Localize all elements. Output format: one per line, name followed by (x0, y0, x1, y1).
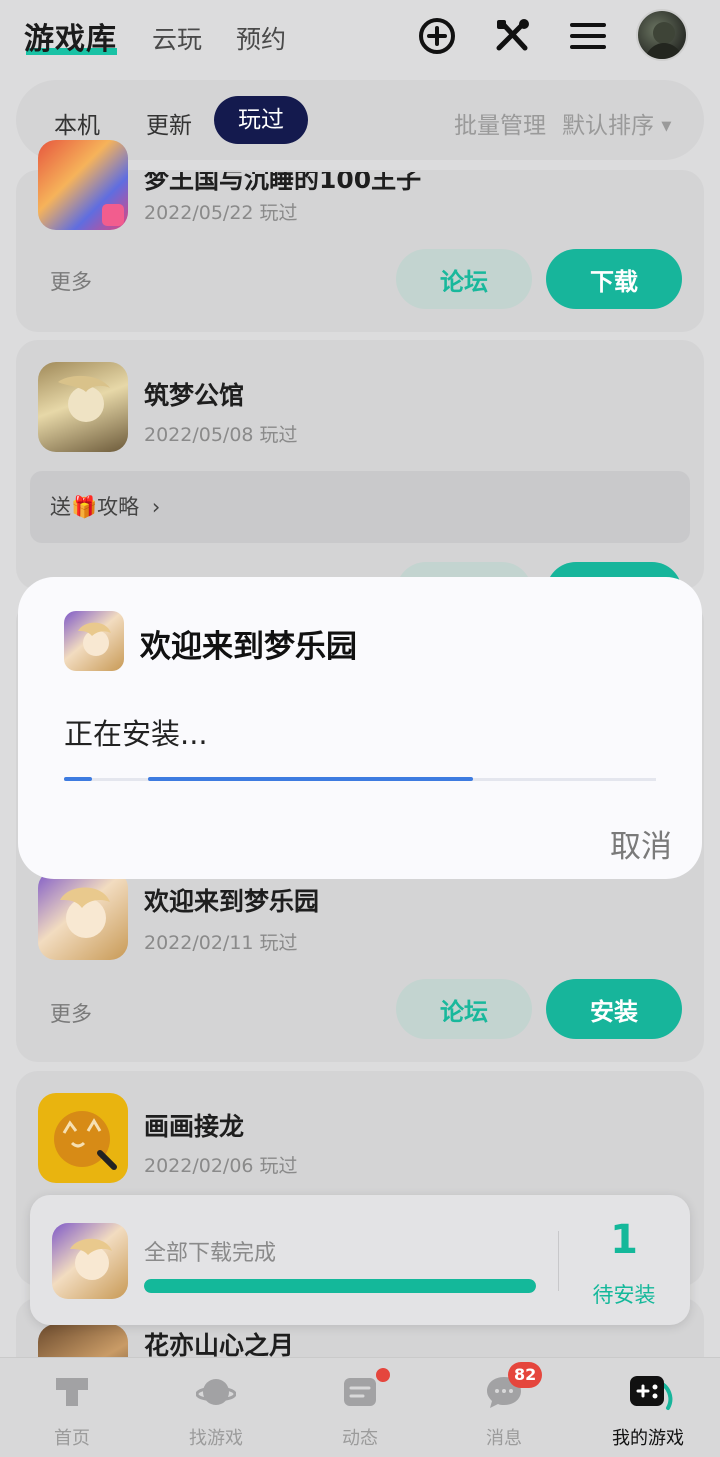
brand-title[interactable]: 游戏库 (24, 14, 117, 58)
game-name: 筑梦公馆 (144, 381, 245, 410)
nav-label: 找游戏 (189, 1428, 243, 1449)
nav-home[interactable]: 首页 (0, 1358, 144, 1457)
dialog-title: 欢迎来到梦乐园 (140, 629, 357, 665)
download-game-icon (52, 1223, 128, 1299)
feed-icon (340, 1372, 380, 1412)
tab-cloud-play[interactable]: 云玩 (152, 20, 202, 56)
nav-feed[interactable]: 动态 (288, 1358, 432, 1457)
download-status-bar[interactable]: 全部下载完成 1 待安装 (30, 1195, 690, 1325)
install-button[interactable]: 安装 (546, 979, 682, 1039)
download-status-text: 全部下载完成 (144, 1241, 277, 1266)
home-icon (52, 1372, 92, 1412)
user-avatar[interactable] (636, 9, 688, 61)
divider (558, 1231, 559, 1291)
tab-played[interactable]: 玩过 (214, 96, 308, 144)
game-play-date: 2022/05/08 玩过 (144, 424, 298, 446)
game-name: 欢迎来到梦乐园 (144, 887, 320, 916)
nav-label: 首页 (54, 1428, 90, 1449)
game-play-date: 2022/02/11 玩过 (144, 932, 298, 954)
caret-down-icon: ▼ (661, 119, 672, 134)
bilibili-badge-icon (102, 204, 124, 226)
tab-reservation[interactable]: 预约 (236, 20, 286, 56)
dialog-app-icon (64, 611, 124, 671)
more-button[interactable]: 更多 (50, 998, 92, 1028)
game-card[interactable]: 筑梦公馆 2022/05/08 玩过 送🎁攻略 › (16, 340, 704, 590)
game-play-date: 2022/02/06 玩过 (144, 1155, 298, 1177)
game-name: 画画接龙 (144, 1112, 245, 1141)
tools-icon[interactable] (493, 16, 533, 56)
install-dialog: 欢迎来到梦乐园 正在安装... 取消 (18, 577, 702, 879)
pending-install-count[interactable]: 1 (570, 1217, 678, 1263)
nav-label: 动态 (342, 1428, 378, 1449)
notification-dot (376, 1368, 390, 1382)
more-button[interactable]: 更多 (50, 266, 92, 296)
game-name: 梦王国与沉睡的100王子 (144, 165, 422, 194)
add-circle-icon[interactable] (417, 16, 457, 56)
cancel-button[interactable]: 取消 (610, 821, 672, 866)
download-progress-bar (144, 1279, 536, 1293)
game-icon[interactable] (38, 362, 128, 452)
chevron-right-icon: › (151, 495, 161, 519)
forum-button[interactable]: 论坛 (396, 249, 532, 309)
strategy-label: 送🎁攻略 (50, 495, 140, 519)
sort-label: 默认排序 (562, 113, 654, 139)
bottom-navigation: 首页 找游戏 动态 82 消息 我的游戏 (0, 1357, 720, 1457)
menu-icon[interactable] (568, 16, 608, 56)
message-count-badge: 82 (508, 1362, 543, 1388)
download-button[interactable]: 下载 (546, 249, 682, 309)
game-icon[interactable] (38, 870, 128, 960)
tab-updates[interactable]: 更新 (146, 106, 192, 140)
game-icon[interactable] (38, 140, 128, 230)
sort-dropdown[interactable]: 默认排序 ▼ (562, 106, 671, 140)
nav-my-games[interactable]: 我的游戏 (576, 1358, 720, 1457)
batch-manage-button[interactable]: 批量管理 (454, 106, 546, 140)
game-icon[interactable] (38, 1093, 128, 1183)
tab-local[interactable]: 本机 (54, 106, 100, 140)
install-status-text: 正在安装... (64, 717, 208, 751)
nav-label: 消息 (486, 1428, 522, 1449)
install-progress-indicator (148, 777, 473, 781)
nav-messages[interactable]: 82 消息 (432, 1358, 576, 1457)
forum-button[interactable]: 论坛 (396, 979, 532, 1039)
strategy-link[interactable]: 送🎁攻略 › (30, 471, 690, 543)
top-header: 游戏库 云玩 预约 (0, 0, 720, 76)
planet-icon (195, 1372, 237, 1412)
game-play-date: 2022/05/22 玩过 (144, 202, 298, 224)
nav-find-games[interactable]: 找游戏 (144, 1358, 288, 1457)
gamepad-icon (628, 1372, 673, 1412)
nav-label: 我的游戏 (612, 1428, 684, 1449)
pending-install-label[interactable]: 待安装 (570, 1279, 678, 1309)
game-card[interactable]: 梦王国与沉睡的100王子 2022/05/22 玩过 更多 论坛 下载 (16, 140, 704, 332)
download-progress-fill (144, 1279, 536, 1293)
install-progress-indicator (64, 777, 92, 781)
